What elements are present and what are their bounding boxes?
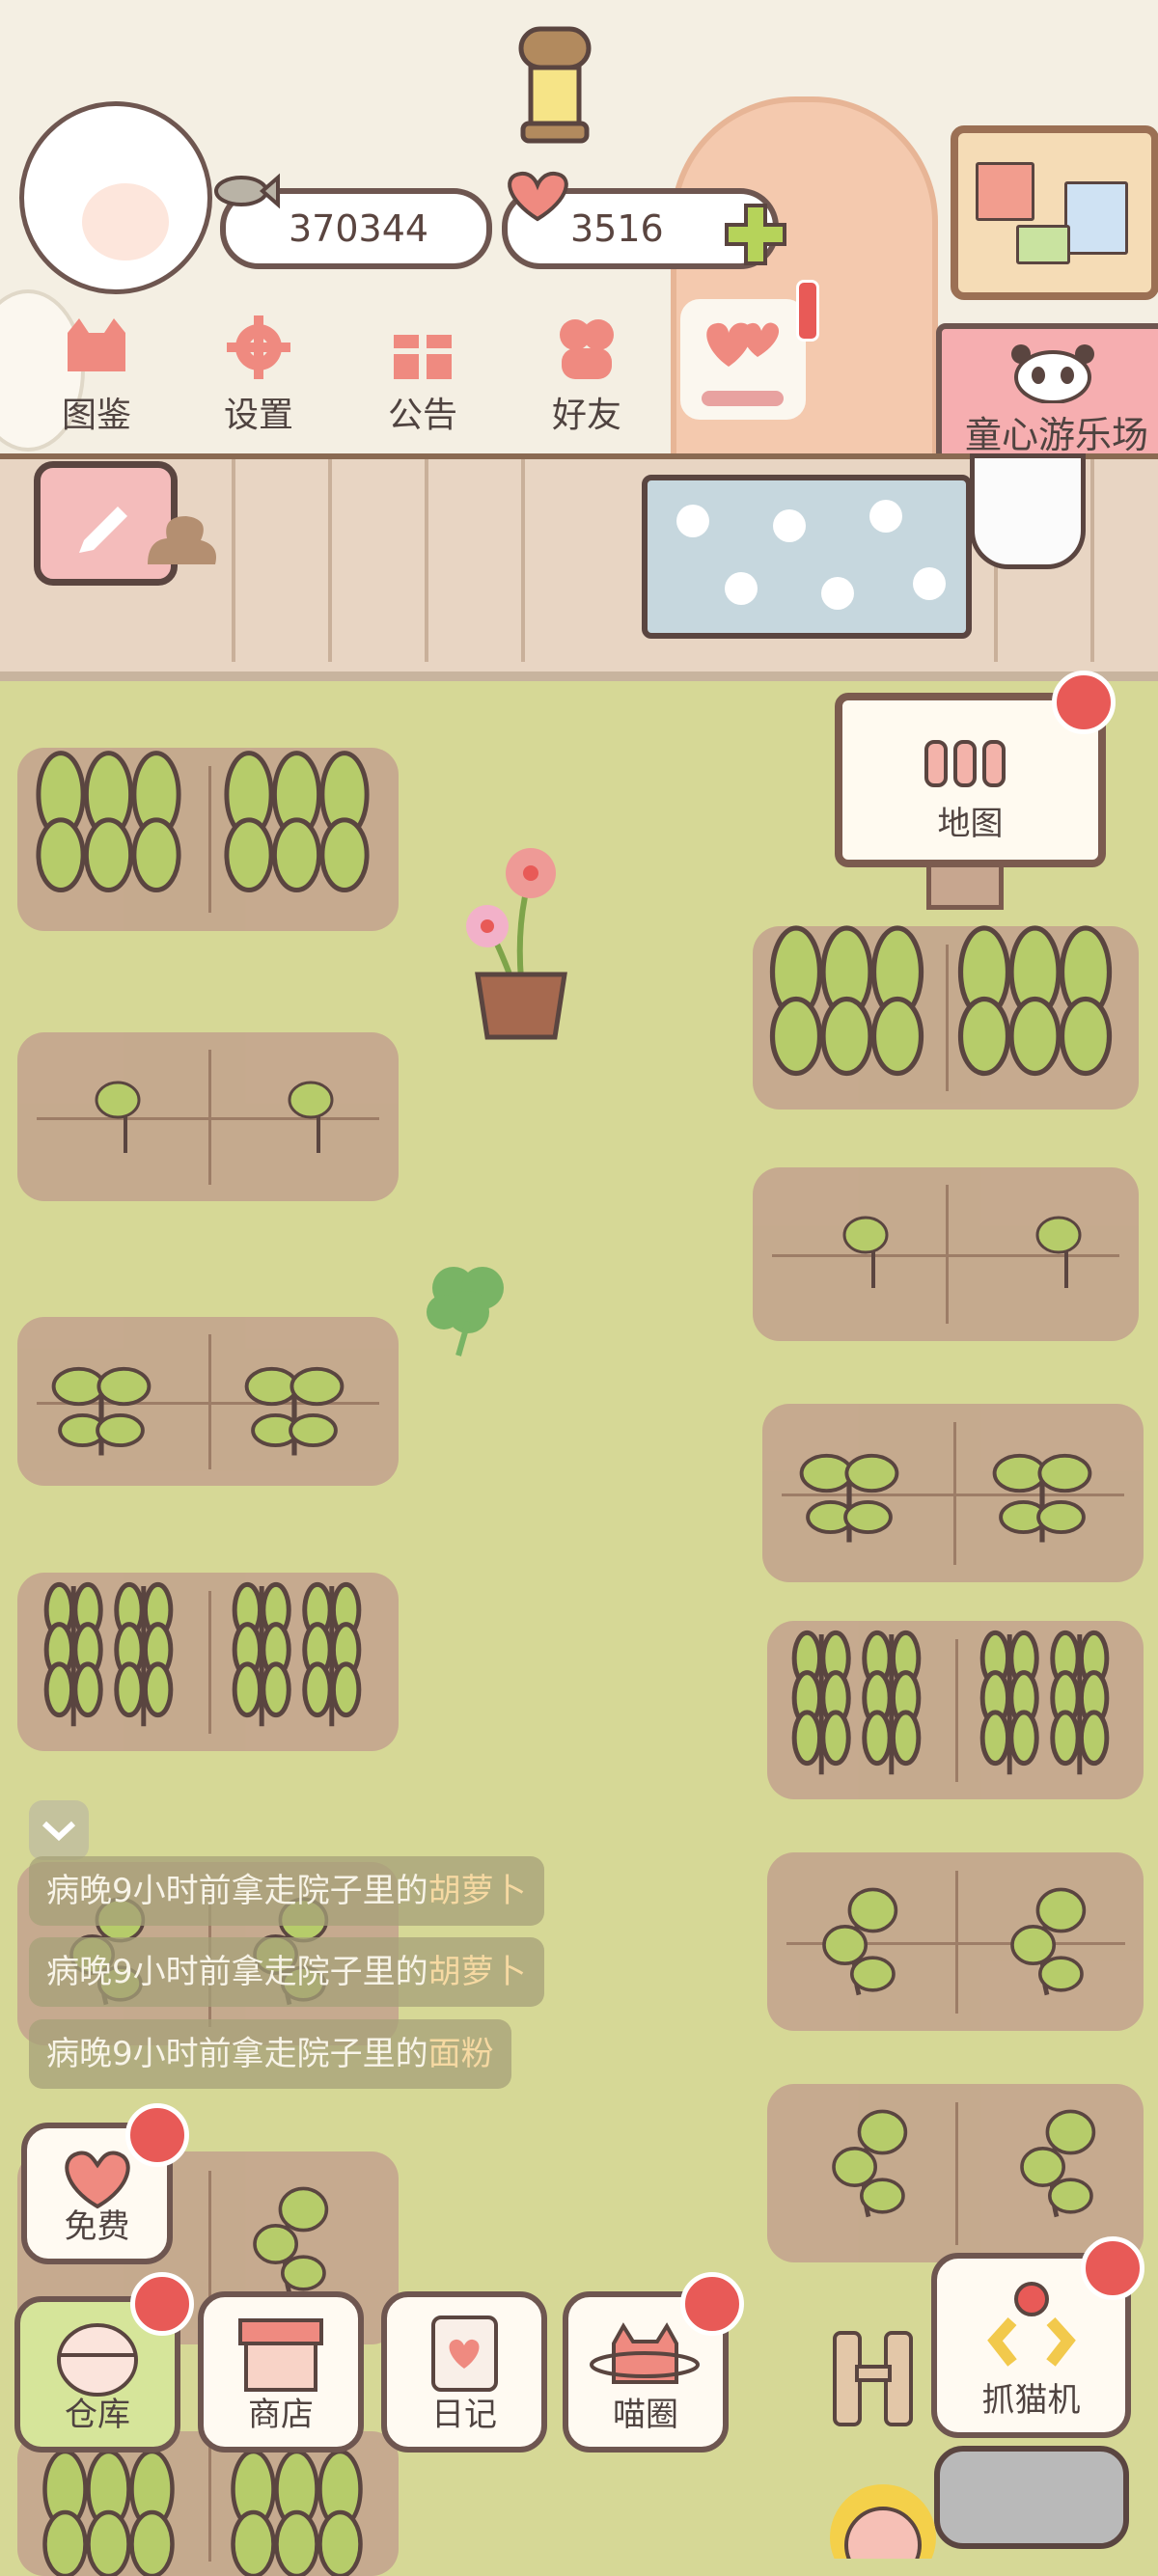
sprout-crop-icon[interactable] (786, 1399, 912, 1573)
bean-crop-icon[interactable] (811, 2065, 926, 2258)
panda-icon (1011, 344, 1094, 403)
pinned-note (1016, 225, 1070, 264)
gift-icon (394, 323, 452, 379)
cat-planet-icon (590, 2322, 700, 2384)
seedling-crop-icon[interactable] (77, 1032, 174, 1187)
message-item: 胡萝卜 (427, 1872, 527, 1910)
sprout-crop-icon[interactable] (979, 1399, 1105, 1573)
diary-label: 日记 (431, 2396, 497, 2434)
event-button[interactable] (680, 299, 806, 420)
diary-icon (431, 2316, 498, 2392)
friends-icon (560, 319, 614, 379)
claw-machine-base (934, 2446, 1129, 2549)
seedling-crop-icon[interactable] (1018, 1167, 1115, 1322)
claw-machine-label: 抓猫机 (981, 2381, 1081, 2420)
message-text: 病晚9小时前拿走院子里的 (46, 1953, 428, 1991)
leafy-crop-icon[interactable] (217, 2431, 376, 2576)
sprout-crop-icon[interactable] (232, 1312, 357, 1486)
message-item: 面粉 (427, 2035, 494, 2073)
seedling-crop-icon[interactable] (825, 1167, 922, 1322)
pinned-note (976, 162, 1034, 221)
message-text: 病晚9小时前拿走院子里的 (46, 1872, 428, 1910)
bean-crop-icon[interactable] (989, 1843, 1105, 2036)
seedling-crop-icon[interactable] (270, 1032, 367, 1187)
pinboard[interactable] (951, 125, 1158, 300)
wheat-crop-icon[interactable] (29, 1544, 188, 1756)
pinned-note (1064, 181, 1128, 255)
nav-label: 设置 (223, 396, 293, 435)
lantern-icon (518, 26, 592, 144)
dirt-pile-icon (148, 516, 216, 564)
warehouse-icon (57, 2323, 138, 2397)
amusement-park-label: 童心游乐场 (964, 414, 1148, 456)
fish-count: 370344 (289, 207, 429, 250)
notification-badge (125, 2103, 189, 2167)
warehouse-label: 仓库 (65, 2396, 130, 2434)
sprout-crop-icon[interactable] (39, 1312, 164, 1486)
wheat-crop-icon[interactable] (777, 1592, 936, 1804)
fence-icon (924, 740, 1006, 787)
leafy-crop-icon[interactable] (762, 888, 931, 1090)
activity-message: 病晚9小时前拿走院子里的胡萝卜 (29, 1856, 544, 1926)
exclamation-badge-icon (796, 280, 819, 342)
wheat-crop-icon[interactable] (965, 1592, 1124, 1804)
shop-icon (238, 2318, 323, 2392)
notification-badge (1081, 2236, 1144, 2300)
clover-icon[interactable] (415, 1254, 521, 1360)
nav-label: 好友 (551, 396, 621, 435)
claw-icon (987, 2282, 1076, 2367)
event-progress-bar (702, 391, 784, 406)
message-text: 病晚9小时前拿走院子里的 (46, 2035, 428, 2073)
map-label: 地图 (937, 805, 1004, 843)
notification-badge (680, 2272, 744, 2336)
shop-button[interactable]: 商店 (198, 2291, 364, 2453)
shop-label: 商店 (248, 2396, 314, 2434)
hearts-icon (706, 322, 780, 367)
pencil-icon (79, 507, 127, 553)
nav-settings[interactable]: 设置 (201, 314, 317, 437)
avatar-face (82, 183, 169, 260)
tool-bucket (970, 453, 1086, 569)
message-item: 胡萝卜 (427, 1953, 527, 1991)
free-label: 免费 (64, 2207, 130, 2246)
bean-crop-icon[interactable] (801, 1843, 917, 2036)
activity-message: 病晚9小时前拿走院子里的面粉 (29, 2019, 511, 2089)
notification-badge (130, 2272, 194, 2336)
add-currency-button[interactable] (722, 201, 789, 268)
nav-friends[interactable]: 好友 (529, 314, 645, 437)
cat-head-icon (68, 318, 125, 371)
nav-announcement[interactable]: 公告 (365, 314, 481, 437)
fish-icon (214, 173, 280, 209)
nav-encyclopedia[interactable]: 图鉴 (39, 314, 154, 437)
nav-label: 公告 (387, 396, 457, 435)
gear-icon (227, 315, 290, 379)
fence-post-icon (833, 2331, 913, 2426)
heart-coin-icon (508, 171, 568, 222)
leafy-crop-icon[interactable] (951, 888, 1119, 1090)
chevron-down-icon (41, 1821, 76, 1842)
nav-label: 图鉴 (61, 396, 131, 435)
wheat-crop-icon[interactable] (217, 1544, 376, 1756)
sunflower-cat-icon[interactable] (811, 2470, 955, 2559)
leafy-crop-icon[interactable] (29, 2431, 188, 2576)
notification-badge (1052, 671, 1116, 734)
diary-button[interactable]: 日记 (381, 2291, 547, 2453)
heart-count: 3516 (570, 207, 664, 250)
player-avatar[interactable] (19, 101, 212, 294)
leafy-crop-icon[interactable] (29, 714, 188, 907)
blue-polka-dot-table (642, 475, 972, 639)
activity-message: 病晚9小时前拿走院子里的胡萝卜 (29, 1937, 544, 2007)
flower-pot-icon[interactable] (458, 835, 584, 1047)
collapse-messages-button[interactable] (29, 1800, 89, 1860)
meow-circle-label: 喵圈 (613, 2396, 678, 2434)
leafy-crop-icon[interactable] (217, 714, 376, 907)
bean-crop-icon[interactable] (999, 2065, 1115, 2258)
